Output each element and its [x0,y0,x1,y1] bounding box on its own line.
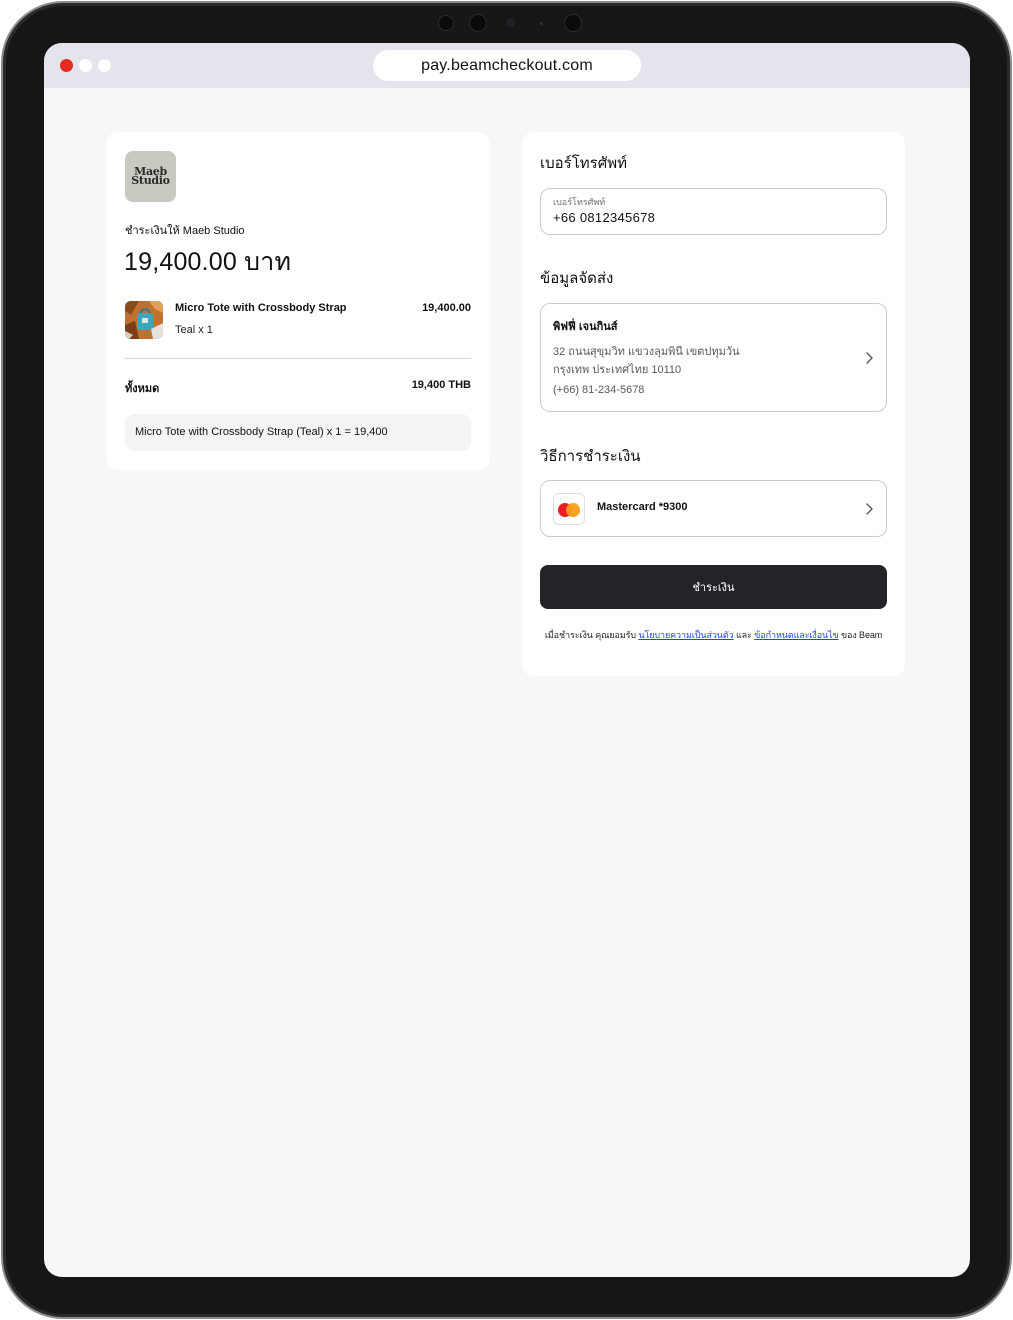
sensor-icon [540,22,543,25]
pay-button[interactable]: ชำระเงิน [540,565,887,609]
terms-conditions-link[interactable]: ข้อกำหนดและเงื่อนไข [754,630,838,640]
pay-to-label: ชำระเงินให้ Maeb Studio [125,225,245,237]
address-line-2: กรุงเทพ ประเทศไทย 10110 [553,364,682,376]
terms-suffix: ของ Beam [840,630,883,640]
merchant-logo-line2: Studio [131,174,170,187]
payment-method-selector[interactable]: Mastercard *9300 [540,480,887,537]
shipping-section-title: ข้อมูลจัดส่ง [540,270,614,287]
total-value: 19,400 THB [411,379,471,391]
window-minimize-button[interactable] [79,59,92,72]
divider [125,358,471,359]
order-summary-card: Maeb Studio ชำระเงินให้ Maeb Studio 19,4… [106,132,490,470]
phone-field[interactable]: เบอร์โทรศัพท์ +66 0812345678 [540,188,887,235]
product-image [125,301,163,339]
shipping-address-selector[interactable]: พิฟฟี่ เจนกินส์ 32 ถนนสุขุมวิท แขวงลุมพิ… [540,303,887,412]
recipient-name: พิฟฟี่ เจนกินส์ [553,321,618,333]
camera-icon [469,14,487,32]
camera-icon [507,19,515,27]
payment-section-title: วิธีการชำระเงิน [540,448,641,465]
camera-icon [438,15,454,31]
mastercard-icon [553,493,585,525]
product-name: Micro Tote with Crossbody Strap [175,302,347,314]
window-close-button[interactable] [60,59,73,72]
product-variant: Teal x 1 [175,324,213,336]
chevron-right-icon [866,503,873,515]
product-price: 19,400.00 [422,302,471,314]
payment-amount: 19,400.00 บาท [124,248,292,276]
camera-icon [564,14,582,32]
merchant-logo: Maeb Studio [125,151,176,202]
checkout-form-card: เบอร์โทรศัพท์ เบอร์โทรศัพท์ +66 08123456… [522,132,905,676]
terms-prefix: เมื่อชำระเงิน คุณยอมรับ [544,630,637,640]
camera-array [433,14,593,32]
chevron-right-icon [866,352,873,364]
order-line-summary: Micro Tote with Crossbody Strap (Teal) x… [125,414,471,451]
phone-field-label: เบอร์โทรศัพท์ [553,197,606,207]
address-bar[interactable]: pay.beamcheckout.com [373,50,641,81]
address-line-1: 32 ถนนสุขุมวิท แขวงลุมพินี เขตปทุมวัน [553,346,740,358]
phone-field-value[interactable]: +66 0812345678 [553,210,655,225]
total-label: ทั้งหมด [125,383,160,395]
recipient-phone: (+66) 81-234-5678 [553,384,645,396]
payment-method-label: Mastercard *9300 [597,501,688,513]
privacy-policy-link[interactable]: นโยบายความเป็นส่วนตัว [638,630,733,640]
screen: pay.beamcheckout.com Maeb Studio ชำระเงิ… [44,43,970,1277]
phone-section-title: เบอร์โทรศัพท์ [540,155,628,172]
mastercard-yellow-circle [566,503,580,517]
terms-and: และ [735,630,752,640]
window-maximize-button[interactable] [98,59,111,72]
terms-notice: เมื่อชำระเงิน คุณยอมรับ นโยบายความเป็นส่… [522,628,905,642]
browser-bar: pay.beamcheckout.com [44,43,970,88]
